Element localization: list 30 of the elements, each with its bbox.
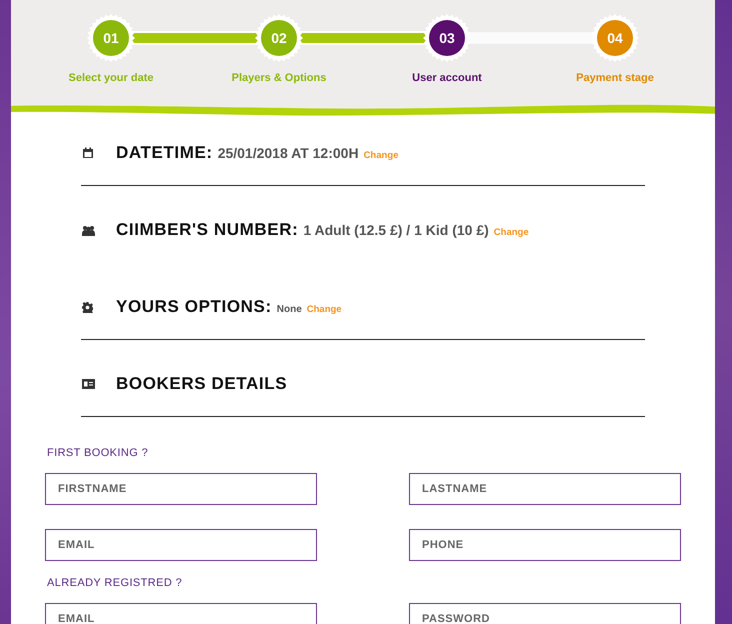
group-label: FIRST BOOKING ? [47,447,148,459]
section-title: CIIMBER'S NUMBER: [116,220,298,240]
change-link[interactable]: Change [364,150,398,161]
step-badge[interactable]: 04 [591,14,639,62]
section-title: YOURS OPTIONS: [116,297,272,317]
step-label: User account [412,72,482,84]
input-field[interactable]: PHONE [409,529,681,561]
section-value: 25/01/2018 AT 12:00H [218,145,359,161]
section-value: None [276,304,302,315]
step-label: Select your date [68,72,154,84]
step-label: Payment stage [576,72,654,84]
id-card-icon [82,379,95,389]
input-field[interactable]: PASSWORD [409,603,681,624]
group-label: ALREADY REGISTRED ? [47,577,182,589]
step-badge[interactable]: 03 [423,14,471,62]
settings-icon [82,302,93,312]
input-field[interactable]: LASTNAME [409,473,681,505]
input-field[interactable]: FIRSTNAME [45,473,317,505]
calendar-icon [82,147,94,159]
step-badge[interactable]: 01 [87,14,135,62]
step-label: Players & Options [232,72,326,84]
section-title: DATETIME: [116,143,213,163]
change-link[interactable]: Change [306,304,342,315]
section-title: BOOKERS DETAILS [116,374,288,394]
input-field[interactable]: EMAIL [45,603,317,624]
section-value: 1 Adult (12.5 £) / 1 Kid (10 £) [303,222,489,238]
change-link[interactable]: Change [494,227,529,238]
input-field[interactable]: EMAIL [45,529,317,561]
step-badge[interactable]: 02 [255,14,303,62]
people-icon [82,224,95,236]
